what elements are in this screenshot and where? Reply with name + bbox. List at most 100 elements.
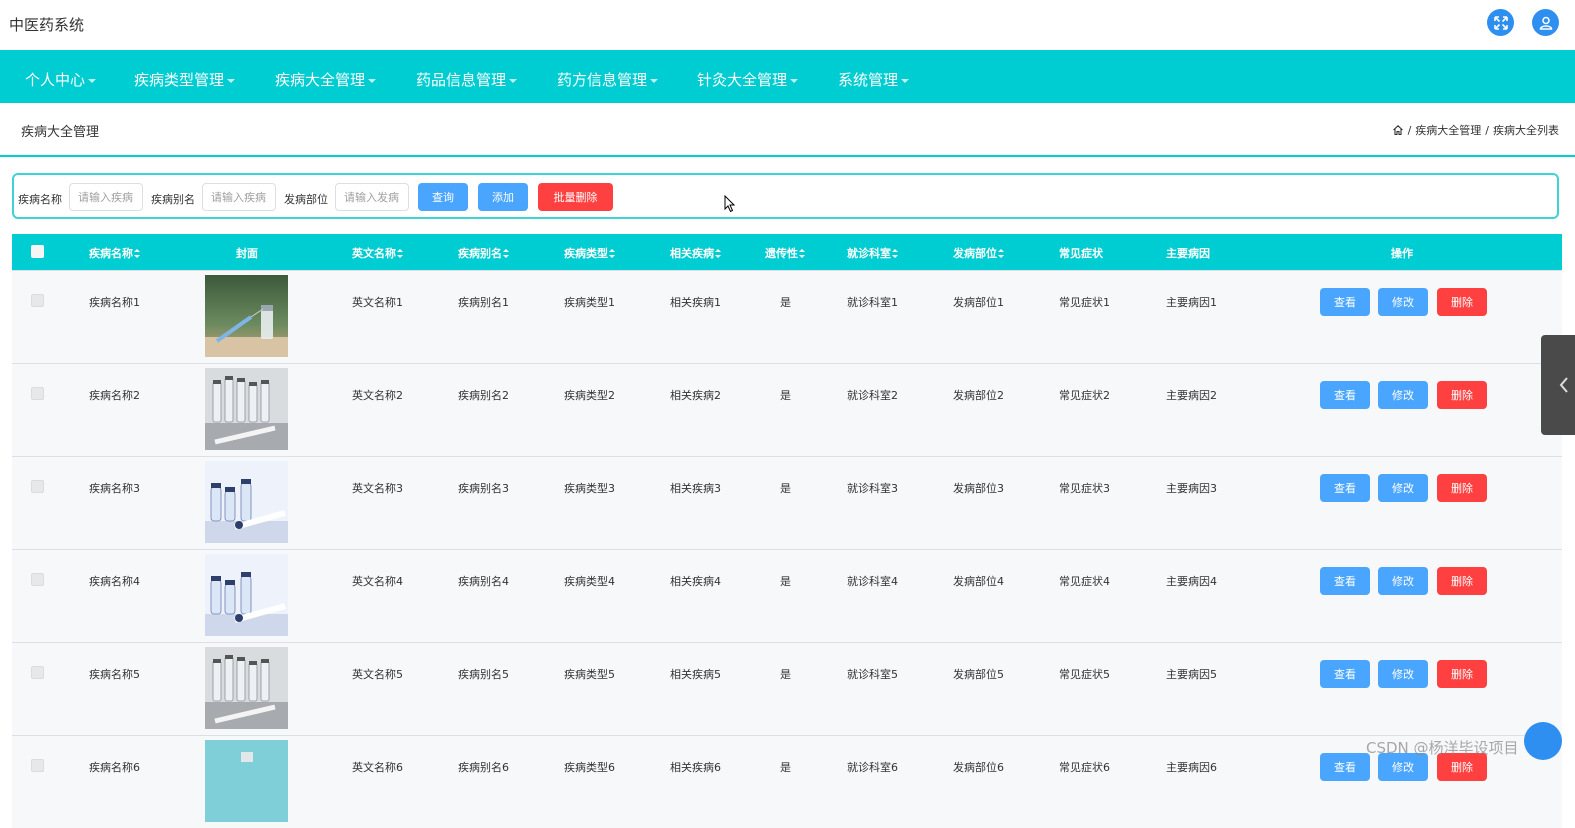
header-alias[interactable]: 疾病别名 (458, 245, 509, 261)
mouse-cursor-icon (724, 195, 736, 213)
nav-label: 系统管理 (838, 71, 899, 89)
add-button[interactable]: 添加 (478, 183, 528, 211)
edit-button[interactable]: 修改 (1378, 567, 1428, 595)
row-checkbox[interactable] (31, 573, 44, 586)
cell-department: 就诊科室6 (847, 761, 898, 774)
nav-item-disease-type[interactable]: 疾病类型管理 (134, 69, 236, 90)
cell-department: 就诊科室3 (847, 482, 898, 495)
header-onset-site[interactable]: 发病部位 (953, 245, 1004, 261)
edit-button[interactable]: 修改 (1378, 381, 1428, 409)
disease-name-label: 疾病名称 (18, 193, 62, 206)
breadcrumb-level1[interactable]: 疾病大全管理 (1415, 122, 1481, 138)
cover-image (205, 647, 288, 729)
nav-label: 药品信息管理 (416, 71, 507, 89)
cell-causes: 主要病因5 (1166, 668, 1217, 681)
cell-english-name: 英文名称4 (352, 575, 403, 588)
disease-name-input[interactable] (69, 183, 143, 211)
header-label: 疾病别名 (458, 247, 502, 260)
nav-item-prescription[interactable]: 药方信息管理 (557, 69, 659, 90)
cell-symptoms: 常见症状3 (1059, 482, 1110, 495)
user-button[interactable] (1532, 9, 1559, 36)
caret-down-icon (901, 78, 910, 83)
row-checkbox[interactable] (31, 666, 44, 679)
cell-disease-name: 疾病名称4 (89, 575, 140, 588)
onset-site-input[interactable] (335, 183, 409, 211)
header-department[interactable]: 就诊科室 (847, 245, 898, 261)
delete-button[interactable]: 删除 (1437, 381, 1487, 409)
nav-item-acupuncture[interactable]: 针灸大全管理 (697, 69, 799, 90)
cover-image (205, 461, 288, 543)
view-button[interactable]: 查看 (1320, 381, 1370, 409)
caret-down-icon (88, 78, 97, 83)
view-button[interactable]: 查看 (1320, 288, 1370, 316)
row-checkbox[interactable] (31, 387, 44, 400)
header-type[interactable]: 疾病类型 (564, 245, 615, 261)
cell-alias: 疾病别名2 (458, 389, 509, 402)
delete-button[interactable]: 删除 (1437, 474, 1487, 502)
nav-label: 个人中心 (25, 71, 86, 89)
header-label: 就诊科室 (847, 247, 891, 260)
edit-button[interactable]: 修改 (1378, 474, 1428, 502)
cell-english-name: 英文名称6 (352, 761, 403, 774)
cell-related: 相关疾病2 (670, 389, 721, 402)
cell-english-name: 英文名称1 (352, 296, 403, 309)
cell-alias: 疾病别名5 (458, 668, 509, 681)
cell-english-name: 英文名称3 (352, 482, 403, 495)
sort-icon (134, 249, 140, 258)
cell-onset-site: 发病部位5 (953, 668, 1004, 681)
view-button[interactable]: 查看 (1320, 753, 1370, 781)
table-header: 疾病名称 封面 英文名称 疾病别名 疾病类型 相关疾病 遗传性 就诊科室 发病部… (12, 234, 1562, 270)
cell-related: 相关疾病3 (670, 482, 721, 495)
cell-disease-name: 疾病名称5 (89, 668, 140, 681)
header-disease-name[interactable]: 疾病名称 (89, 245, 140, 261)
cell-symptoms: 常见症状4 (1059, 575, 1110, 588)
nav-item-personal-center[interactable]: 个人中心 (25, 69, 97, 90)
disease-alias-input[interactable] (202, 183, 276, 211)
header-hereditary[interactable]: 遗传性 (765, 245, 805, 261)
fullscreen-button[interactable] (1487, 9, 1514, 36)
select-all-checkbox[interactable] (31, 245, 44, 258)
header-english-name[interactable]: 英文名称 (352, 245, 403, 261)
disease-alias-label: 疾病别名 (151, 193, 195, 206)
cell-department: 就诊科室4 (847, 575, 898, 588)
cell-type: 疾病类型4 (564, 575, 615, 588)
cell-type: 疾病类型2 (564, 389, 615, 402)
row-checkbox[interactable] (31, 759, 44, 772)
delete-button[interactable]: 删除 (1437, 288, 1487, 316)
view-button[interactable]: 查看 (1320, 660, 1370, 688)
header-related[interactable]: 相关疾病 (670, 245, 721, 261)
caret-down-icon (227, 78, 236, 83)
caret-down-icon (368, 78, 377, 83)
nav-item-system[interactable]: 系统管理 (838, 69, 910, 90)
side-drawer-toggle[interactable] (1541, 335, 1575, 435)
batch-delete-button[interactable]: 批量删除 (538, 183, 613, 211)
header-label: 相关疾病 (670, 247, 714, 260)
floating-action-button[interactable] (1524, 722, 1562, 760)
user-icon (1539, 16, 1552, 30)
header-actions: 操作 (1391, 245, 1413, 261)
nav-label: 针灸大全管理 (697, 71, 788, 89)
home-icon[interactable] (1392, 124, 1404, 136)
view-button[interactable]: 查看 (1320, 567, 1370, 595)
cell-alias: 疾病别名4 (458, 575, 509, 588)
cover-image (205, 275, 288, 357)
edit-button[interactable]: 修改 (1378, 660, 1428, 688)
cover-image (205, 740, 288, 822)
nav-item-disease-encyclopedia[interactable]: 疾病大全管理 (275, 69, 377, 90)
query-button[interactable]: 查询 (418, 183, 468, 211)
delete-button[interactable]: 删除 (1437, 567, 1487, 595)
cell-hereditary: 是 (780, 482, 791, 495)
header-label: 发病部位 (953, 247, 997, 260)
edit-button[interactable]: 修改 (1378, 288, 1428, 316)
cell-department: 就诊科室2 (847, 389, 898, 402)
header-label: 疾病名称 (89, 247, 133, 260)
cell-symptoms: 常见症状5 (1059, 668, 1110, 681)
row-checkbox[interactable] (31, 480, 44, 493)
header-causes: 主要病因 (1166, 245, 1210, 261)
row-checkbox[interactable] (31, 294, 44, 307)
main-nav: 个人中心 疾病类型管理 疾病大全管理 药品信息管理 药方信息管理 针灸大全管理 … (0, 50, 1575, 103)
delete-button[interactable]: 删除 (1437, 660, 1487, 688)
nav-item-drug-info[interactable]: 药品信息管理 (416, 69, 518, 90)
app-title: 中医药系统 (9, 16, 85, 34)
view-button[interactable]: 查看 (1320, 474, 1370, 502)
